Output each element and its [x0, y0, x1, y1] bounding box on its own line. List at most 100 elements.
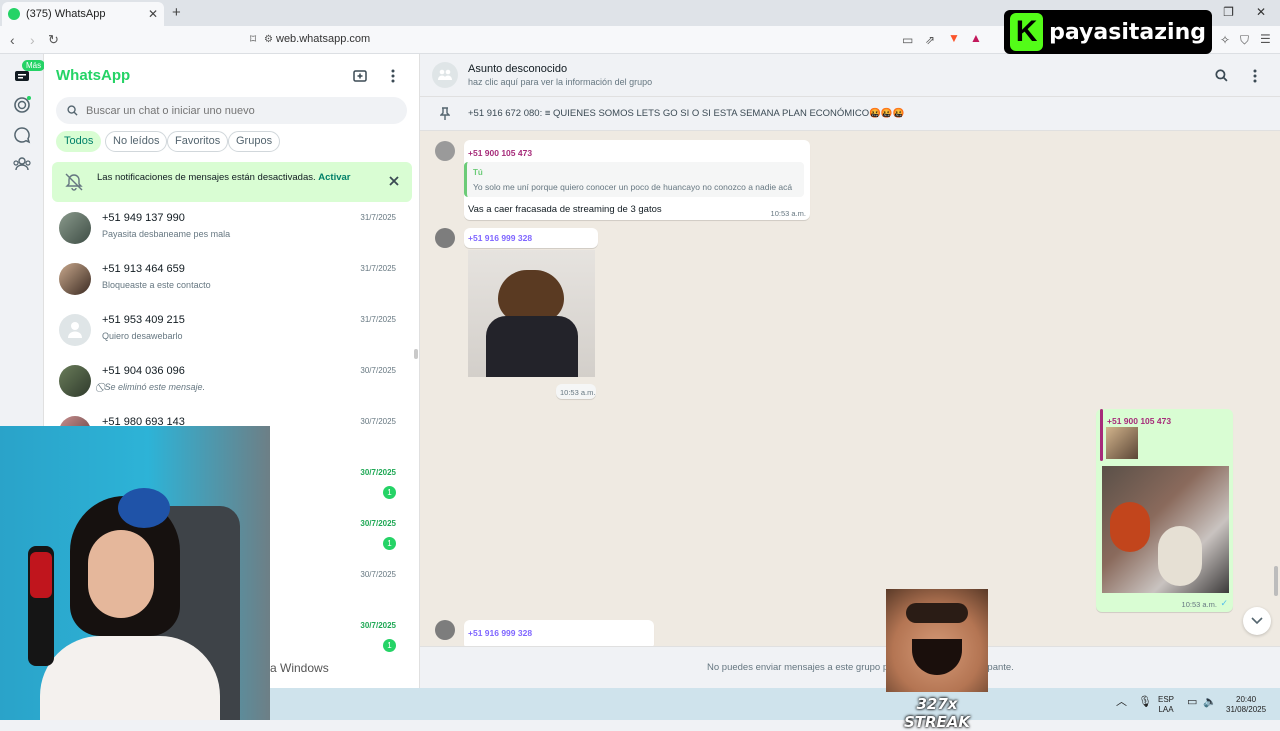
- unread-count-badge: 1: [383, 537, 396, 550]
- brand-text: payasitazing: [1049, 19, 1206, 45]
- unread-count-badge: 1: [383, 486, 396, 499]
- microphone-icon[interactable]: 🎙: [1138, 697, 1152, 708]
- chat-title: Asunto desconocido: [468, 63, 568, 75]
- person-shape: [1110, 502, 1150, 552]
- new-chat-icon[interactable]: [352, 68, 368, 84]
- restore-icon[interactable]: ❐: [1223, 5, 1234, 19]
- photo-image[interactable]: [1102, 466, 1229, 593]
- vpn-icon[interactable]: ⛉: [1240, 33, 1249, 48]
- outgoing-message[interactable]: +51 900 105 473 10:53 a.m. ✓: [1096, 409, 1233, 612]
- bell-off-icon: [65, 173, 83, 191]
- chat-date: 31/7/2025: [360, 315, 396, 324]
- tray-chevron-icon[interactable]: ︿: [1116, 697, 1127, 708]
- filter-all[interactable]: Todos: [56, 131, 102, 152]
- rewards-icon[interactable]: ▲: [970, 31, 982, 45]
- chat-messages-area: +51 900 105 473 Tú Yo solo me uní porque…: [420, 131, 1280, 646]
- windows-activation-watermark: a Windows: [270, 661, 329, 675]
- url-text[interactable]: web.whatsapp.com: [276, 33, 370, 45]
- chat-preview: Quiero desawebarlo: [102, 331, 183, 341]
- message-time: 10:53 a.m.: [560, 388, 596, 397]
- suit-shape: [486, 316, 578, 377]
- status-icon[interactable]: [12, 95, 32, 115]
- screenshot-icon[interactable]: ▭: [902, 33, 913, 47]
- chat-name: +51 949 137 990: [102, 212, 185, 224]
- chat-date: 31/7/2025: [360, 264, 396, 273]
- shirt-shape: [40, 636, 220, 720]
- quoted-message[interactable]: Tú Yo solo me uní porque quiero conocer …: [464, 162, 804, 197]
- notice-text: Las notificaciones de mensajes están des…: [97, 172, 351, 183]
- message-sender: +51 900 105 473: [1107, 416, 1172, 426]
- unread-count-badge: 1: [383, 639, 396, 652]
- clock[interactable]: 20:40 31/08/2025: [1226, 695, 1266, 715]
- share-icon[interactable]: ⇗: [925, 33, 935, 47]
- message-sender: +51 900 105 473: [468, 148, 533, 158]
- quote-text: Yo solo me uní porque quiero conocer un …: [473, 182, 793, 192]
- chat-name: +51 913 464 659: [102, 263, 185, 275]
- chat-list-item[interactable]: +51 953 409 215 Quiero desawebarlo 31/7/…: [44, 306, 419, 357]
- browser-tab[interactable]: (375) WhatsApp ✕: [2, 2, 164, 26]
- incoming-message[interactable]: +51 900 105 473 Tú Yo solo me uní porque…: [464, 140, 810, 220]
- avatar: [59, 263, 91, 295]
- filter-unread[interactable]: No leídos: [105, 131, 168, 152]
- extensions-icon[interactable]: ✧: [1220, 33, 1230, 47]
- sender-avatar: [435, 141, 455, 161]
- incoming-message-header: +51 916 999 328: [464, 228, 598, 248]
- group-avatar[interactable]: [432, 62, 458, 88]
- default-avatar-icon: [59, 314, 91, 346]
- sticker-image[interactable]: [468, 250, 595, 377]
- chat-date: 30/7/2025: [360, 417, 396, 426]
- chat-header[interactable]: Asunto desconocido haz clic aquí para ve…: [420, 54, 1280, 97]
- laughing-face-image: [886, 589, 988, 692]
- close-window-icon[interactable]: ✕: [1256, 5, 1266, 19]
- whatsapp-favicon-icon: [8, 8, 20, 20]
- activate-link[interactable]: Activar: [318, 172, 350, 183]
- menu-icon[interactable]: ☰: [1260, 32, 1271, 46]
- sender-avatar: [435, 228, 455, 248]
- back-icon[interactable]: ‹: [10, 32, 15, 48]
- chat-menu-icon[interactable]: [1251, 68, 1259, 84]
- notifications-banner: Las notificaciones de mensajes están des…: [52, 162, 412, 202]
- channels-icon[interactable]: [12, 125, 32, 145]
- chat-date: 30/7/2025: [360, 621, 396, 630]
- chat-list-item[interactable]: +51 913 464 659 Bloqueaste a este contac…: [44, 255, 419, 306]
- site-info-icon[interactable]: ⚙: [264, 34, 273, 45]
- kick-logo-icon: K: [1010, 13, 1044, 51]
- chat-preview: ⃠ Se eliminó este mensaje.: [102, 382, 206, 392]
- search-input[interactable]: [86, 97, 396, 124]
- filter-favorites[interactable]: Favoritos: [167, 131, 229, 152]
- close-tab-icon[interactable]: ✕: [148, 7, 158, 21]
- forward-icon[interactable]: ›: [30, 32, 35, 48]
- new-tab-icon[interactable]: +: [172, 4, 181, 21]
- face-shape: [88, 530, 154, 618]
- chat-list-item[interactable]: +51 949 137 990 Payasita desbaneame pes …: [44, 204, 419, 255]
- bow-shape: [118, 488, 170, 528]
- quoted-thumbnail: [1106, 427, 1138, 459]
- language-indicator[interactable]: ESP LAA: [1158, 695, 1174, 715]
- brave-shield-icon[interactable]: ▼: [948, 31, 960, 45]
- mouth-shape: [912, 639, 962, 675]
- chat-scrollbar[interactable]: [1274, 566, 1278, 596]
- bookmark-icon[interactable]: ⌑: [250, 32, 256, 46]
- sidebar-scrollbar[interactable]: [414, 349, 418, 359]
- communities-icon[interactable]: [12, 154, 32, 174]
- scroll-down-button[interactable]: [1243, 607, 1271, 635]
- chat-preview: Bloqueaste a este contacto: [102, 280, 211, 290]
- search-in-chat-icon[interactable]: [1215, 69, 1228, 82]
- message-sender: +51 916 999 328: [468, 628, 533, 638]
- sidebar-menu-icon[interactable]: [389, 68, 397, 84]
- close-icon[interactable]: [388, 175, 400, 187]
- filter-groups[interactable]: Grupos: [228, 131, 281, 152]
- avatar: [59, 365, 91, 397]
- pinned-message-bar[interactable]: +51 916 672 080: ≡ QUIENES SOMOS LETS GO…: [420, 97, 1280, 131]
- tab-title: (375) WhatsApp: [26, 8, 106, 20]
- kick-brand-overlay: K payasitazing: [1004, 10, 1212, 54]
- chevron-down-icon: [1251, 617, 1263, 625]
- chat-name: +51 953 409 215: [102, 314, 185, 326]
- message-time: 10:53 a.m.: [1181, 600, 1217, 609]
- search-box[interactable]: [56, 97, 407, 124]
- chat-list-item[interactable]: +51 904 036 096 ⃠ Se eliminó este mensaj…: [44, 357, 419, 408]
- incoming-message[interactable]: +51 916 999 328: [464, 620, 654, 646]
- reload-icon[interactable]: ↻: [48, 32, 59, 48]
- display-icon[interactable]: ▭: [1187, 697, 1197, 708]
- volume-icon[interactable]: 🔈: [1203, 697, 1217, 708]
